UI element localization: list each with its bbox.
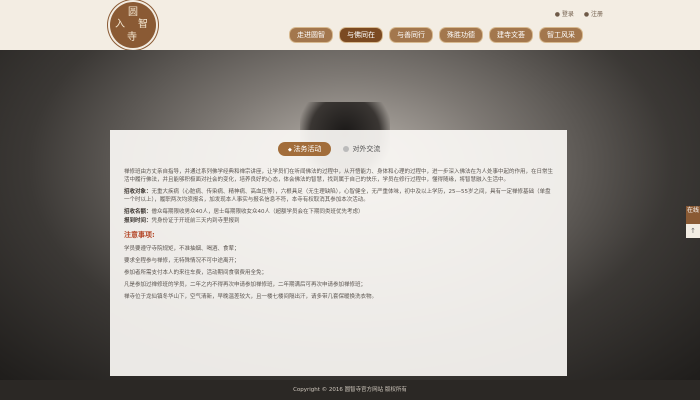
- note-item: 凡是参加过禅修班的学员，二年之内不得再次申请参加禅修班，二年期满后可再次申请参加…: [124, 282, 367, 288]
- intro-paragraph: 禅修班由方丈亲自指导，并通过系列佛学经典和禅宗讲座，让学员们在听闻佛法的过程中，…: [124, 169, 554, 183]
- top-links: ● 登录 ● 注册: [547, 9, 603, 18]
- logo-char: 圆: [128, 7, 138, 18]
- nav-item-zoujin[interactable]: 走进圆智: [289, 27, 333, 43]
- logo-char: 智: [138, 19, 148, 30]
- quota-text: 僧众每期限收男众40人，居士每期限收女众40人（超额学员会在下期同类班优先考虑）: [151, 209, 364, 215]
- nav-item-wenhui[interactable]: 建寺文荟: [489, 27, 533, 43]
- tab-dot-icon: [343, 146, 350, 152]
- note-item: 学员要遵守寺院规矩，不准抽烟、喝酒、食荤；: [124, 246, 240, 252]
- main-nav: 走进圆智 与佛同在 与善同行 殊胜功德 建寺文荟 智工风采: [289, 27, 583, 43]
- time-label: 报到时间：: [124, 218, 152, 224]
- target-label: 招收对象：: [124, 189, 152, 195]
- tab-duiwai[interactable]: 对外交流: [343, 144, 380, 154]
- tab-bar: 法务活动 对外交流: [278, 142, 380, 156]
- site-header: 圆 智 寺 入 ● 登录 ● 注册 走进圆智 与佛同在 与善同行 殊胜功德 建寺…: [0, 0, 700, 50]
- logo-char: 寺: [127, 32, 137, 43]
- quota-paragraph: 招收名额：僧众每期限收男众40人，居士每期限收女众40人（超额学员会在下期同类班…: [124, 208, 554, 216]
- login-link[interactable]: ● 登录: [555, 11, 574, 18]
- time-text: 凭身份证于开班前三天内到寺里报到: [151, 218, 240, 224]
- register-link[interactable]: ● 注册: [584, 11, 603, 18]
- site-footer: Copyright © 2016 圆智寺官方网站 版权所有: [0, 380, 700, 400]
- quota-label: 招收名额：: [124, 209, 152, 215]
- nav-item-yufo[interactable]: 与佛同在: [339, 27, 383, 43]
- back-to-top-icon[interactable]: ↑: [686, 224, 700, 238]
- login-label: 登录: [561, 11, 574, 18]
- notice-title: 注意事项:: [124, 231, 155, 239]
- online-service-button[interactable]: 在线: [686, 206, 700, 224]
- target-paragraph: 招收对象：无重大疾病（心脏病、传染病、精神病、高血压等），六根具足（无生理缺陷）…: [124, 188, 554, 204]
- register-label: 注册: [590, 11, 603, 18]
- content-panel: 法务活动 对外交流 禅修班由方丈亲自指导，并通过系列佛学经典和禅宗讲座，让学员们…: [110, 130, 567, 376]
- note-item: 参加者所需支付本人的来往车费，活动期间食宿费用全免；: [124, 270, 268, 276]
- temple-logo[interactable]: 圆 智 寺 入: [110, 2, 156, 48]
- article-content: 禅修班由方丈亲自指导，并通过系列佛学经典和禅宗讲座，让学员们在听闻佛法的过程中，…: [124, 168, 554, 305]
- nav-item-gongde[interactable]: 殊胜功德: [439, 27, 483, 43]
- side-float-bar: 在线 ↑: [686, 206, 700, 238]
- note-item: 要求全程参与禅修，无特殊情况不可中途离开；: [124, 258, 240, 264]
- time-paragraph: 报到时间：凭身份证于开班前三天内到寺里报到: [124, 217, 554, 225]
- target-text: 无重大疾病（心脏病、传染病、精神病、高血压等），六根具足（无生理缺陷），心智健全…: [124, 189, 551, 203]
- tab-duiwai-label: 对外交流: [352, 145, 381, 153]
- tab-fawu[interactable]: 法务活动: [278, 142, 332, 156]
- note-item: 禅寺位于龙仙镇冬华山下，空气清新，早晚温差较大，且一楼七楼间隔出汗，请多带几套保…: [124, 294, 378, 300]
- logo-char: 入: [115, 19, 125, 30]
- nav-item-yushan[interactable]: 与善同行: [389, 27, 433, 43]
- nav-item-fengcai[interactable]: 智工风采: [539, 27, 583, 43]
